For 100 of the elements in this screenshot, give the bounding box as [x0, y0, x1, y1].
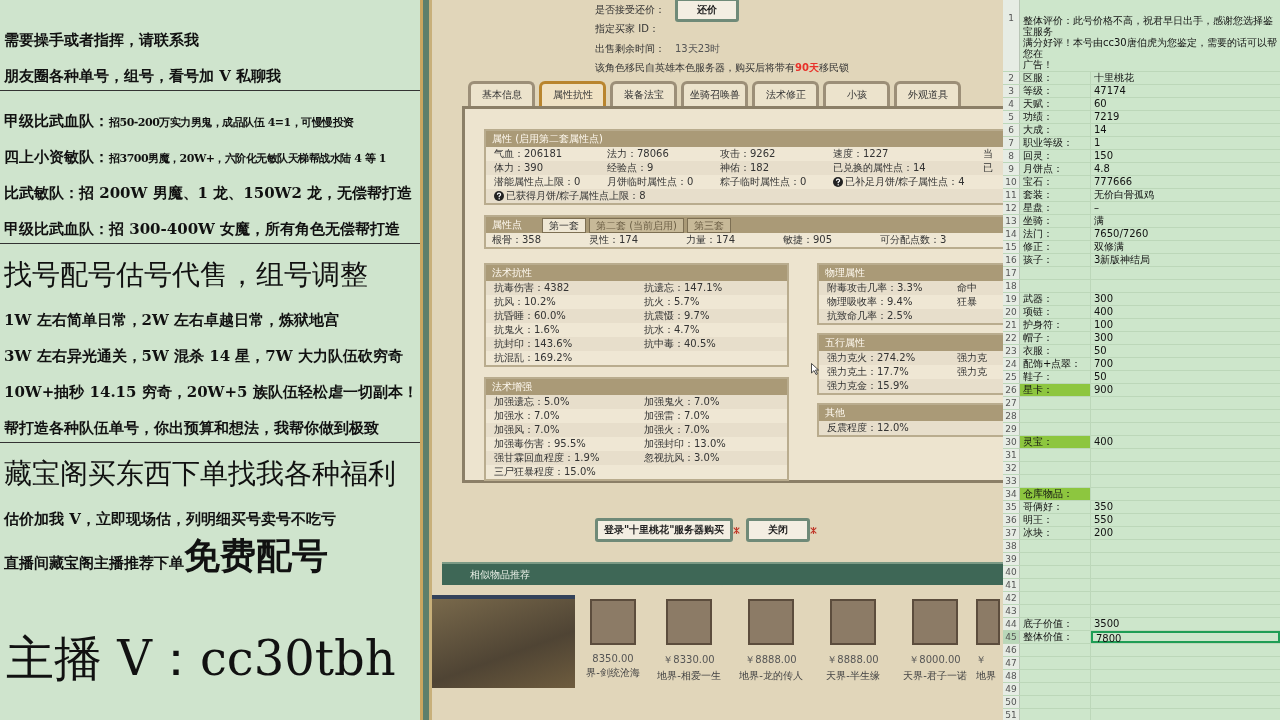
- table-cell: 14: [1094, 124, 1107, 135]
- tab[interactable]: 法术修正: [752, 81, 819, 106]
- table-cell: 3新版神结局: [1094, 254, 1151, 265]
- buy-button[interactable]: 登录"十里桃花"服务器购买: [595, 518, 734, 542]
- table-cell-text: 大成：: [1022, 124, 1054, 136]
- promo-text: 朋友圈各种单号，组号，看号加 V 私聊我: [4, 67, 282, 86]
- row-number: 18: [1003, 280, 1020, 292]
- attribute-text: 加强风：7.0%: [494, 423, 561, 437]
- table-cell: 47174: [1094, 85, 1126, 96]
- help-icon[interactable]: [833, 177, 843, 187]
- item-name[interactable]: 地界-相爱一生: [657, 669, 721, 683]
- table-cell-text: 区服：: [1022, 72, 1054, 84]
- table-cell-text: 衣服：: [1022, 345, 1054, 357]
- attribute-text: 抗毒伤害：4382: [494, 281, 571, 295]
- attribute-text: 三尸狂暴程度：15.0%: [494, 465, 597, 479]
- attribute-text: 月饼临时属性点：0: [607, 175, 694, 189]
- table-cell: 400: [1094, 306, 1114, 317]
- table-cell-text: 宝石：: [1022, 176, 1054, 188]
- table-cell: 50: [1094, 345, 1107, 356]
- attribute-text: 粽子临时属性点：0: [720, 175, 807, 189]
- item-price: 8350.00: [592, 653, 634, 664]
- table-cell-text: 整体价值：: [1022, 631, 1074, 643]
- table-cell-text: 配饰+点翠：: [1022, 358, 1083, 370]
- tab[interactable]: 外观道具: [894, 81, 961, 106]
- tab[interactable]: 小孩: [823, 81, 890, 106]
- table-cell: 400: [1094, 436, 1114, 447]
- row-number: 41: [1003, 579, 1020, 591]
- attribute-text: 抗昏睡：60.0%: [494, 309, 567, 323]
- attribute-text: 狂暴: [957, 295, 978, 309]
- attribute-text: 可分配点数：3: [880, 233, 948, 247]
- attribute-text: 加强毒伤害：95.5%: [494, 437, 587, 451]
- item-name[interactable]: 天界-半生缘: [826, 669, 880, 683]
- character-portrait[interactable]: [912, 599, 958, 645]
- row-number: 34: [1003, 488, 1020, 500]
- character-portrait[interactable]: [590, 599, 636, 645]
- mouse-cursor-icon: [811, 363, 819, 375]
- row-number: 40: [1003, 566, 1020, 578]
- item-name[interactable]: 地界-龙的传人: [739, 669, 803, 683]
- promo-text: 比武敏队：招 200W 男魔、1 龙、150W2 龙，无偿帮打造: [4, 184, 413, 203]
- ornament-icon: [810, 526, 818, 534]
- character-portrait[interactable]: [748, 599, 794, 645]
- character-portrait[interactable]: [830, 599, 876, 645]
- row-number: 27: [1003, 397, 1020, 409]
- table-cell: 300: [1094, 332, 1114, 343]
- table-cell: 7650/7260: [1094, 228, 1149, 239]
- tab[interactable]: 基本信息: [468, 81, 535, 106]
- attribute-text: 命中: [957, 281, 978, 295]
- row-number: 21: [1003, 319, 1020, 331]
- promo-text: 估价加我 V，立即现场估，列明细买号卖号不吃亏: [4, 510, 336, 529]
- table-cell: 3500: [1094, 618, 1120, 629]
- row-number: 11: [1003, 189, 1020, 201]
- tab[interactable]: 装备法宝: [610, 81, 677, 106]
- subtab[interactable]: 第一套: [542, 218, 586, 233]
- counter-offer-button[interactable]: 还价: [675, 0, 739, 22]
- table-cell-text: 职业等级：: [1022, 137, 1074, 149]
- section-title: 物理属性: [819, 265, 1003, 281]
- attribute-text: 法力：78066: [607, 147, 669, 161]
- promo-text: 藏宝阁买东西下单找我各种福利: [4, 456, 396, 492]
- migration-notice: 该角色移民自英雄本色服务器，购买后将带有90天移民锁: [595, 61, 849, 76]
- table-cell: 200: [1094, 527, 1114, 538]
- row-number: 25: [1003, 371, 1020, 383]
- row-number: 38: [1003, 540, 1020, 552]
- row-number: 10: [1003, 176, 1020, 188]
- item-name[interactable]: 界-剑统沧海: [586, 666, 640, 680]
- table-cell: 双修满: [1094, 241, 1124, 252]
- item-name[interactable]: 天界-君子一诺: [903, 669, 967, 683]
- table-cell: –: [1094, 202, 1099, 213]
- table-cell: 灵宝：: [1020, 436, 1090, 448]
- row-number: 29: [1003, 423, 1020, 435]
- character-portrait[interactable]: [666, 599, 712, 645]
- row-number: 44: [1003, 618, 1020, 630]
- promo-text: 直播间藏宝阁主播推荐下单免费配号: [4, 533, 328, 578]
- promo-text: 四上小资敏队：招3700男魔，20W+，六阶化无敏队天梯帮战水陆 4 等 1: [4, 147, 386, 167]
- table-cell: 350: [1094, 501, 1114, 512]
- row-number: 20: [1003, 306, 1020, 318]
- table-cell-text: 整体评价：此号价格不高，祝君早日出手，感谢您选择鉴宝服务 满分好评！本号由cc30唐伯虎为您鉴定，需要的话可以帮您在 广告！: [1022, 14, 1278, 71]
- item-name[interactable]: 地界: [976, 669, 996, 683]
- row-number: 48: [1003, 670, 1020, 682]
- tab[interactable]: 属性抗性: [539, 81, 606, 106]
- attribute-text: 强力克: [957, 365, 988, 379]
- attribute-text: 抗火：5.7%: [644, 295, 701, 309]
- tab[interactable]: 坐骑召唤兽: [681, 81, 748, 106]
- row-number: 50: [1003, 696, 1020, 708]
- table-cell-text: 底子价值：: [1022, 618, 1074, 630]
- table-cell: 仓库物品：: [1020, 488, 1090, 500]
- row-number: 43: [1003, 605, 1020, 617]
- attribute-text: 经验点：9: [607, 161, 654, 175]
- table-cell: 1: [1094, 137, 1101, 148]
- character-portrait[interactable]: [976, 599, 1000, 645]
- help-icon[interactable]: [494, 191, 504, 201]
- attribute-text: 已兑换的属性点：14: [833, 161, 926, 175]
- table-cell: 777666: [1094, 176, 1133, 187]
- table-cell-text: 冰块：: [1022, 527, 1054, 539]
- table-cell-text: 回灵：: [1022, 150, 1054, 162]
- item-price: ￥8888.00: [827, 653, 879, 667]
- field-label: 出售剩余时间：: [595, 41, 665, 56]
- close-button[interactable]: 关闭: [746, 518, 811, 542]
- row-number: 24: [1003, 358, 1020, 370]
- item-price: ￥8888.00: [745, 653, 797, 667]
- row-number: 36: [1003, 514, 1020, 526]
